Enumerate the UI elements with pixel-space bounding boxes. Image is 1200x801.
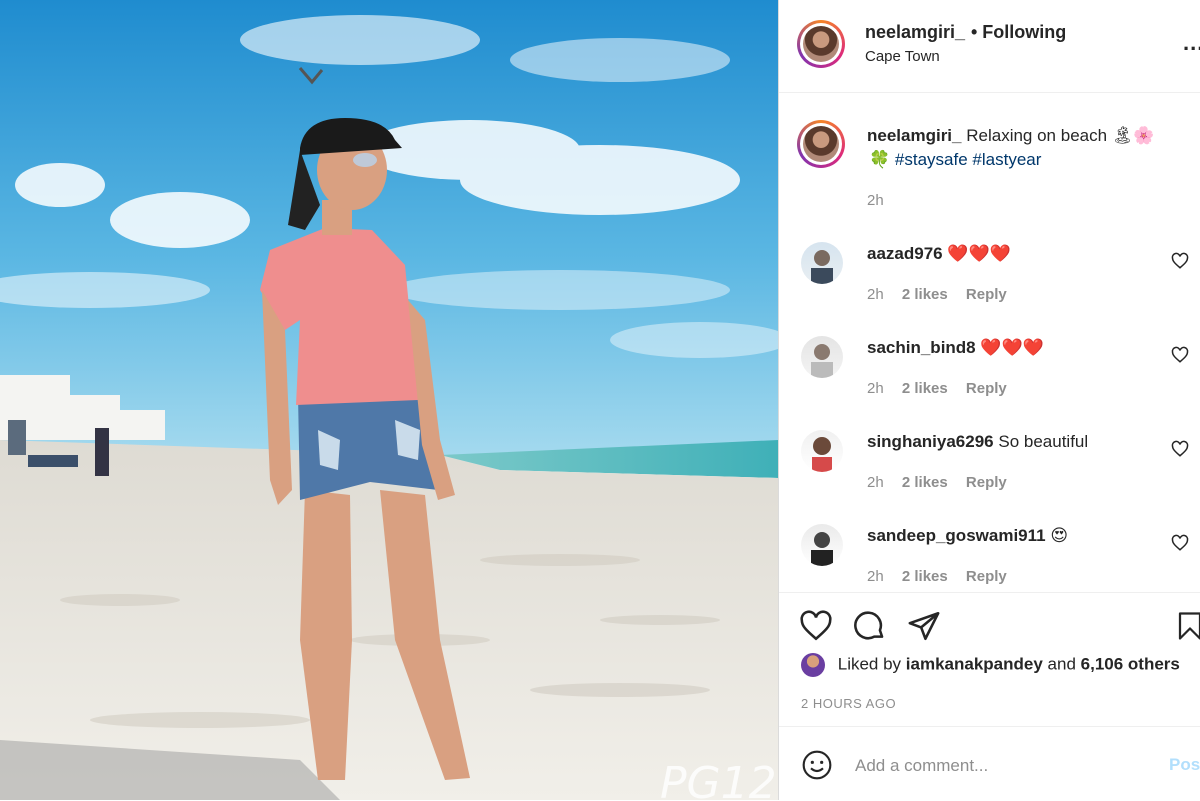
likes-summary: Liked by iamkanakpandey and 6,106 others [801, 653, 1180, 677]
comment-likes[interactable]: 2 likes [902, 474, 948, 491]
comment-body: ❤️❤️❤️ [947, 244, 1011, 263]
comment-time: 2h [867, 474, 884, 491]
bookmark-icon[interactable] [1175, 609, 1200, 643]
reply-button[interactable]: Reply [966, 286, 1007, 303]
comment-avatar[interactable] [801, 336, 843, 378]
post-header: neelamgiri_ • Following Cape Town ... [779, 0, 1200, 93]
comment-time: 2h [867, 568, 884, 585]
comment-item: singhaniya6296 So beautiful 2h 2 likes R… [779, 420, 1200, 514]
comment-item: sandeep_goswami911 😍 2h 2 likes Reply [779, 514, 1200, 592]
author-avatar[interactable] [797, 20, 845, 68]
reply-button[interactable]: Reply [966, 380, 1007, 397]
comment-avatar[interactable] [801, 430, 843, 472]
comment-text: sachin_bind8 ❤️❤️❤️ [867, 338, 1044, 358]
comment-text: sandeep_goswami911 😍 [867, 526, 1068, 546]
comment-likes[interactable]: 2 likes [902, 380, 948, 397]
caption-avatar[interactable] [797, 120, 845, 168]
likes-others[interactable]: 6,106 others [1081, 654, 1180, 673]
post-comment-button[interactable]: Post [1169, 755, 1200, 775]
comment-meta: 2h 2 likes Reply [867, 286, 1021, 303]
likes-joiner: and [1047, 654, 1076, 674]
hashtag-staysafe[interactable]: #staysafe [895, 150, 968, 169]
action-bar: Liked by iamkanakpandey and 6,106 others… [779, 592, 1200, 727]
following-button[interactable]: • Following [971, 22, 1066, 43]
comment-username[interactable]: sachin_bind8 [867, 338, 976, 357]
heart-icon[interactable] [799, 609, 833, 643]
smiley-icon[interactable] [801, 749, 833, 781]
hashtag-lastyear[interactable]: #lastyear [972, 150, 1041, 169]
post-timestamp[interactable]: 2 HOURS AGO [801, 696, 896, 711]
caption-block: neelamgiri_ Relaxing on beach 🏝🌸 🍀 #stay… [779, 92, 1200, 232]
author-username[interactable]: neelamgiri_ [865, 22, 965, 43]
comment-text: singhaniya6296 So beautiful [867, 432, 1088, 452]
beach-photo-image: PG12 [0, 0, 778, 800]
reply-button[interactable]: Reply [966, 474, 1007, 491]
comment-text: aazad976 ❤️❤️❤️ [867, 244, 1011, 264]
comment-item: sachin_bind8 ❤️❤️❤️ 2h 2 likes Reply [779, 326, 1200, 420]
comment-heart-icon[interactable] [1171, 440, 1189, 458]
comment-input[interactable] [853, 751, 1157, 781]
comment-heart-icon[interactable] [1171, 252, 1189, 270]
comment-likes[interactable]: 2 likes [902, 568, 948, 585]
comment-body: 😍 [1050, 526, 1069, 545]
comment-icon[interactable] [853, 609, 887, 643]
reply-button[interactable]: Reply [966, 568, 1007, 585]
post-side-panel: neelamgiri_ • Following Cape Town ... ne… [779, 0, 1200, 800]
caption-line1: neelamgiri_ Relaxing on beach 🏝🌸 [867, 126, 1155, 146]
caption-line2: 🍀 #staysafe #lastyear [869, 150, 1041, 170]
likes-prefix: Liked by [837, 654, 902, 674]
post-location[interactable]: Cape Town [865, 48, 940, 65]
post-photo[interactable]: PG12 [0, 0, 778, 800]
comment-likes[interactable]: 2 likes [902, 286, 948, 303]
liker-username[interactable]: iamkanakpandey [906, 654, 1043, 673]
comment-item: aazad976 ❤️❤️❤️ 2h 2 likes Reply [779, 232, 1200, 326]
comment-body: So beautiful [998, 432, 1089, 451]
caption-username[interactable]: neelamgiri_ [867, 126, 962, 145]
comment-body: ❤️❤️❤️ [980, 338, 1044, 357]
photo-watermark: PG12 [660, 758, 777, 800]
share-icon[interactable] [907, 609, 941, 643]
comment-avatar[interactable] [801, 242, 843, 284]
more-icon[interactable]: ... [1183, 30, 1200, 56]
add-comment-bar: Post [779, 726, 1200, 801]
liker-avatar[interactable] [801, 653, 825, 677]
comment-heart-icon[interactable] [1171, 534, 1189, 552]
caption-emoji: 🍀 [869, 150, 891, 169]
caption-time: 2h [867, 192, 884, 209]
comment-meta: 2h 2 likes Reply [867, 568, 1021, 585]
comment-username[interactable]: singhaniya6296 [867, 432, 994, 451]
comment-username[interactable]: sandeep_goswami911 [867, 526, 1046, 545]
comment-username[interactable]: aazad976 [867, 244, 943, 263]
comment-heart-icon[interactable] [1171, 346, 1189, 364]
comment-meta: 2h 2 likes Reply [867, 380, 1021, 397]
comment-time: 2h [867, 286, 884, 303]
comment-avatar[interactable] [801, 524, 843, 566]
caption-text: Relaxing on beach 🏝🌸 [966, 126, 1155, 145]
comment-meta: 2h 2 likes Reply [867, 474, 1021, 491]
comment-time: 2h [867, 380, 884, 397]
